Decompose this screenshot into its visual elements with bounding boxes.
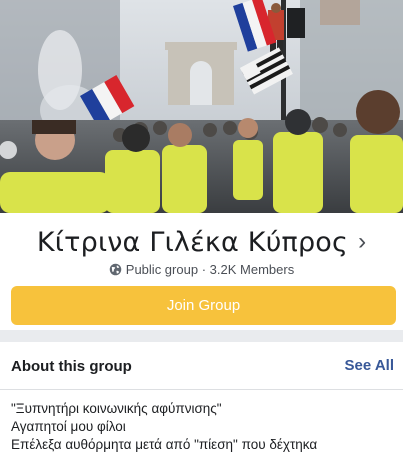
chevron-right-icon[interactable]: ›	[358, 228, 366, 256]
group-description: "Ξυπνητήρι κοινωνικής αφύπνισης" Αγαπητο…	[11, 400, 401, 454]
meta-separator: ·	[201, 262, 207, 277]
group-name[interactable]: Κίτρινα Γιλέκα Κύπρος	[37, 227, 348, 258]
group-privacy: Public group	[125, 262, 199, 277]
see-all-link[interactable]: See All	[345, 357, 394, 374]
globe-icon	[109, 263, 122, 276]
group-cover-photo[interactable]	[0, 0, 403, 213]
description-line: Επέλεξα αυθόρμητα μετά από "πίεση" που δ…	[11, 437, 318, 452]
join-group-button[interactable]: Join Group	[11, 286, 396, 325]
description-line: "Ξυπνητήρι κοινωνικής αφύπνισης"	[11, 401, 222, 416]
group-meta: Public group · 3.2K Members	[0, 262, 403, 277]
about-section: About this group See All "Ξυπνητήρι κοιν…	[0, 342, 403, 456]
group-title-row[interactable]: Κίτρινα Γιλέκα Κύπρος ›	[0, 227, 403, 258]
group-member-count[interactable]: 3.2K Members	[210, 262, 295, 277]
about-title: About this group	[11, 358, 132, 375]
group-header: Κίτρινα Γιλέκα Κύπρος › Public group · 3.…	[0, 213, 403, 341]
description-line: Αγαπητοί μου φίλοι	[11, 419, 126, 434]
about-separator	[0, 389, 403, 390]
cover-photo-illustration	[0, 0, 403, 213]
section-divider	[0, 330, 403, 342]
